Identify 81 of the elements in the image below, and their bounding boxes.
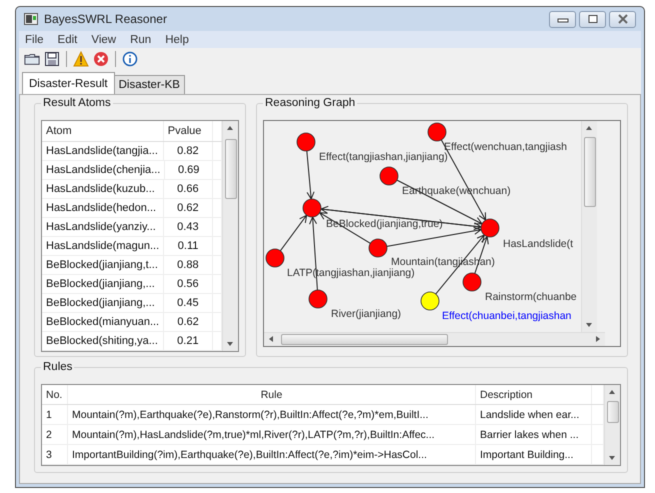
table-cell: Important Building... xyxy=(476,445,592,464)
table-cell: 0.43 xyxy=(164,218,213,236)
table-cell: Barrier lakes when ... xyxy=(476,425,592,444)
node-label: Effect(tangjiashan,jianjiang) xyxy=(319,151,448,164)
node-label: Effect(chuanbei,tangjiashan xyxy=(442,310,572,323)
table-cell: 0.69 xyxy=(165,161,213,179)
table-cell: HasLandslide(kuzub... xyxy=(42,180,164,198)
scrollbar[interactable] xyxy=(581,121,597,332)
graph-edge xyxy=(306,150,315,200)
app-icon xyxy=(24,13,38,25)
scrollbar-thumb[interactable] xyxy=(584,137,596,207)
menu-item[interactable]: Edit xyxy=(58,34,78,46)
warning-icon[interactable] xyxy=(73,51,89,67)
scrollbar[interactable] xyxy=(222,121,238,351)
maximize-button[interactable] xyxy=(579,10,606,28)
window-title: BayesSWRL Reasoner xyxy=(44,12,167,26)
table-cell: Mountain(?m),HasLandslide(?m,true)*ml,River(?r),LATP(?m,?r),BuiltIn:Affec... xyxy=(68,425,476,444)
save-icon[interactable] xyxy=(44,51,60,67)
table-cell: ImportantBuilding(?im),Earthquake(?e),BuiltIn:Affect(?e,?im)*eim->HasCol... xyxy=(68,445,476,464)
table-cell: Landslide when ear... xyxy=(476,405,592,424)
group-title: Reasoning Graph xyxy=(263,97,358,109)
menu-item[interactable]: Help xyxy=(165,34,189,46)
info-icon[interactable] xyxy=(122,51,138,67)
scrollbar[interactable] xyxy=(604,385,620,465)
table-cell: BeBlocked(jianjiang,... xyxy=(42,294,164,312)
graph-edge xyxy=(280,214,308,252)
table-cell: HasLandslide(hedon... xyxy=(42,199,164,217)
arrow-up-icon[interactable] xyxy=(609,390,615,394)
scrollbar-thumb[interactable] xyxy=(607,401,619,423)
tab[interactable]: Disaster-KB xyxy=(114,75,185,94)
table-cell: 0.11 xyxy=(164,237,213,255)
column-header[interactable]: Atom xyxy=(42,121,164,141)
table-cell: HasLandslide(chenjia... xyxy=(42,161,166,179)
node-label: Rainstorm(chuanbe xyxy=(485,291,577,304)
arrow-left-icon[interactable] xyxy=(269,336,273,342)
maximize-icon xyxy=(586,14,598,24)
table-cell: 0.88 xyxy=(164,256,213,274)
scrollbar-thumb[interactable] xyxy=(281,334,448,345)
arrow-down-icon[interactable] xyxy=(586,323,592,327)
arrow-up-icon[interactable] xyxy=(586,126,592,130)
node-label: HasLandslide(t xyxy=(503,238,574,251)
table-cell: 2 xyxy=(42,425,68,444)
table-cell: 0.62 xyxy=(164,199,213,217)
tab[interactable]: Disaster-Result xyxy=(22,72,115,94)
scrollbar[interactable] xyxy=(264,332,605,346)
column-header[interactable]: Rule xyxy=(68,385,476,404)
arrow-right-icon[interactable] xyxy=(596,336,600,342)
table-cell: 0.62 xyxy=(164,313,213,331)
close-button[interactable] xyxy=(609,10,636,28)
group-title: Rules xyxy=(41,361,74,373)
table-cell: HasLandslide(tangjia... xyxy=(42,142,164,160)
menu-item[interactable]: View xyxy=(91,34,116,46)
table-cell: Mountain(?m),Earthquake(?e),Ranstorm(?r),BuiltIn:Affect(?e,?m)*em,BuiltI... xyxy=(68,405,476,424)
table-cell: 0.56 xyxy=(164,275,213,293)
table-cell: HasLandslide(yanziy... xyxy=(42,218,164,236)
table-cell: HasLandslide(magun... xyxy=(42,237,164,255)
scrollbar-thumb[interactable] xyxy=(225,139,237,199)
arrow-up-icon[interactable] xyxy=(227,126,233,130)
arrow-down-icon[interactable] xyxy=(227,342,233,346)
folder-icon[interactable] xyxy=(24,51,40,67)
table-cell: 1 xyxy=(42,405,68,424)
column-header[interactable]: Description xyxy=(476,385,592,404)
column-header[interactable]: No. xyxy=(42,385,68,404)
minimize-button[interactable] xyxy=(549,10,576,28)
group-title: Result Atoms xyxy=(41,97,113,109)
table-cell: 0.66 xyxy=(164,180,213,198)
menu-item[interactable]: Run xyxy=(130,34,152,46)
column-header[interactable]: Pvalue xyxy=(164,121,213,141)
table-cell: BeBlocked(jianjiang,... xyxy=(42,275,164,293)
table-cell: BeBlocked(mianyuan... xyxy=(42,313,164,331)
close-icon xyxy=(616,14,628,24)
node-label: River(jianjiang) xyxy=(331,308,402,321)
error-icon[interactable] xyxy=(93,51,109,67)
table-cell: BeBlocked(shiting,ya... xyxy=(42,332,164,350)
table-cell: BeBlocked(jianjiang,t... xyxy=(42,256,164,274)
table-cell: 0.82 xyxy=(164,142,213,160)
menu-item[interactable]: File xyxy=(25,34,44,46)
table-cell: 0.45 xyxy=(164,294,213,312)
table-cell: 0.21 xyxy=(164,332,213,350)
table-cell: 3 xyxy=(42,445,68,464)
arrow-down-icon[interactable] xyxy=(609,456,615,460)
